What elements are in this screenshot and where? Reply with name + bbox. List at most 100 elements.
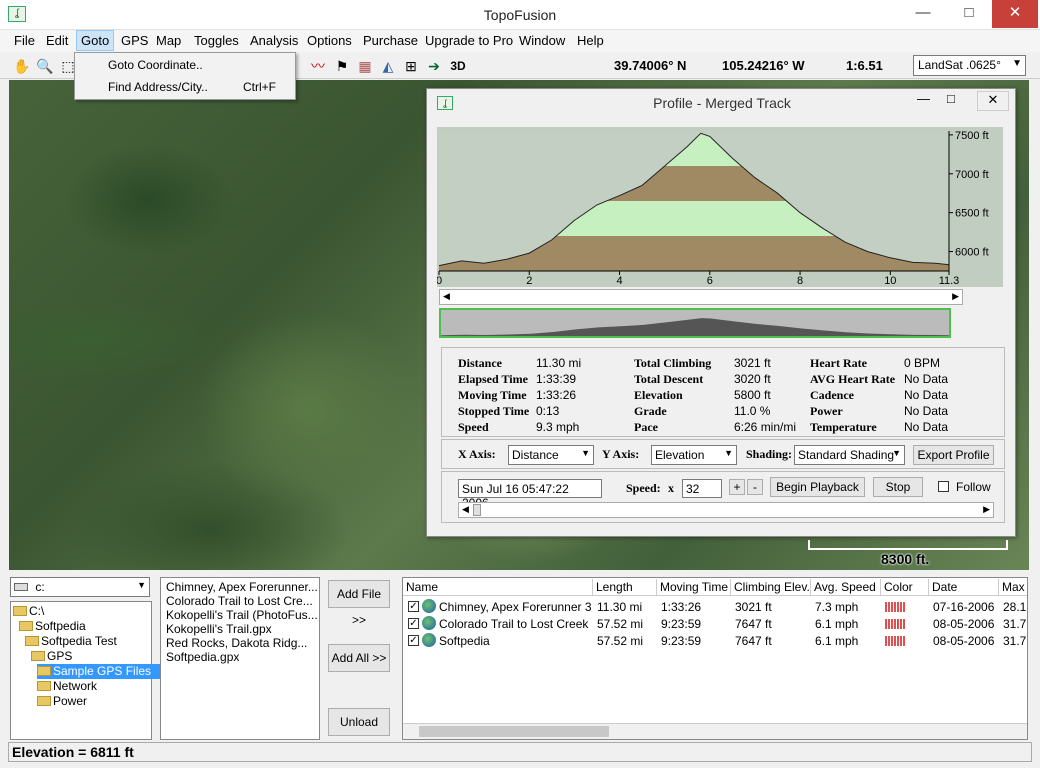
track-color-swatch[interactable] xyxy=(885,602,905,612)
menu-item-find-address[interactable]: Find Address/City.. xyxy=(108,80,208,94)
stat-label: Power xyxy=(810,404,843,418)
table-row[interactable]: ✓ Colorado Trail to Lost Creek ... 57.52 m… xyxy=(403,615,1027,632)
minimize-button[interactable]: — xyxy=(900,0,946,28)
close-button[interactable]: ✕ xyxy=(992,0,1038,28)
drive-select-box[interactable]: c: ▼ xyxy=(10,577,150,597)
scroll-left-icon[interactable]: ◀ xyxy=(443,291,450,302)
x-axis-select[interactable]: Distance ▼ xyxy=(508,445,594,465)
speed-plus-button[interactable]: + xyxy=(729,479,745,495)
track-visible-checkbox[interactable]: ✓ xyxy=(408,635,419,646)
export-profile-button[interactable]: Export Profile xyxy=(913,445,994,465)
menu-map[interactable]: Map xyxy=(156,33,181,48)
speed-minus-button[interactable]: - xyxy=(747,479,763,495)
playback-thumb[interactable] xyxy=(473,504,481,516)
unload-file-button[interactable]: Unload File xyxy=(328,708,390,755)
scroll-right-icon[interactable]: ▶ xyxy=(983,504,990,515)
menu-edit[interactable]: Edit xyxy=(46,33,68,48)
profile-maximize-button[interactable]: □ xyxy=(947,91,955,106)
menu-shortcut-find: Ctrl+F xyxy=(243,80,276,94)
globe-icon xyxy=(422,616,436,630)
x-tick-label: 10 xyxy=(884,275,896,287)
column-header[interactable]: Name xyxy=(403,579,593,596)
track-draw-icon[interactable]: 〰 xyxy=(308,56,328,76)
stat-value: 11.30 mi xyxy=(536,356,582,370)
x-tick-label: 0 xyxy=(437,275,442,287)
column-header[interactable]: Max S xyxy=(999,579,1027,596)
tree-node[interactable]: GPS xyxy=(31,649,72,664)
track-color-swatch[interactable] xyxy=(885,619,905,629)
file-list-item[interactable]: Colorado Trail to Lost Cre... xyxy=(166,594,313,608)
table-cell: 7647 ft xyxy=(735,617,772,631)
menu-help[interactable]: Help xyxy=(577,33,604,48)
begin-playback-button[interactable]: Begin Playback xyxy=(770,477,865,497)
tree-node[interactable]: C:\ xyxy=(13,604,44,619)
arrow-right-icon[interactable]: ➔ xyxy=(424,56,444,76)
tree-node[interactable]: Power xyxy=(37,694,87,709)
column-header[interactable]: Color xyxy=(881,579,929,596)
scroll-right-icon[interactable]: ▶ xyxy=(952,291,959,302)
elevation-chart[interactable]: 7500 ft 7000 ft 6500 ft 6000 ft 0 2 4 6 8 10 11.3 xyxy=(436,127,1003,287)
zoom-icon[interactable]: 🔍 xyxy=(35,56,55,76)
table-cell: Softpedia xyxy=(439,634,490,648)
profile-overview[interactable] xyxy=(439,308,951,338)
stat-label: Moving Time xyxy=(458,388,527,402)
menu-upgrade[interactable]: Upgrade to Pro xyxy=(425,33,513,48)
follow-checkbox[interactable] xyxy=(938,481,949,492)
file-list-item[interactable]: Softpedia.gpx xyxy=(166,650,239,664)
table-cell: 31.7 r xyxy=(1003,617,1027,631)
table-cell: 11.30 mi xyxy=(597,600,643,614)
menu-goto[interactable]: Goto xyxy=(76,30,115,51)
table-scrollbar[interactable] xyxy=(403,723,1027,739)
track-visible-checkbox[interactable]: ✓ xyxy=(408,601,419,612)
pan-hand-icon[interactable]: ✋ xyxy=(12,56,32,76)
file-list-item[interactable]: Kokopelli's Trail.gpx xyxy=(166,622,272,636)
track-visible-checkbox[interactable]: ✓ xyxy=(408,618,419,629)
menu-options[interactable]: Options xyxy=(307,33,352,48)
menu-window[interactable]: Window xyxy=(519,33,565,48)
menu-purchase[interactable]: Purchase xyxy=(363,33,418,48)
profile-close-button[interactable]: ✕ xyxy=(977,91,1009,111)
scroll-left-icon[interactable]: ◀ xyxy=(462,504,469,515)
table-scroll-thumb[interactable] xyxy=(419,726,609,737)
column-header[interactable]: Climbing Elev. xyxy=(731,579,811,596)
menu-gps[interactable]: GPS xyxy=(121,33,148,48)
column-header[interactable]: Avg. Speed xyxy=(811,579,881,596)
table-cell: 9:23:59 xyxy=(661,617,702,631)
shading-select[interactable]: Standard Shading ▼ xyxy=(794,445,905,465)
table-row[interactable]: ✓ Chimney, Apex Forerunner 30... 11.30 mi 1… xyxy=(403,598,1027,615)
tree-node[interactable]: Sample GPS Files xyxy=(37,664,175,679)
add-all-button[interactable]: Add All >> xyxy=(328,644,390,672)
column-header[interactable]: Moving Time xyxy=(657,579,731,596)
column-header[interactable]: Length xyxy=(593,579,657,596)
track-color-swatch[interactable] xyxy=(885,636,905,646)
file-list-item[interactable]: Red Rocks, Dakota Ridg... xyxy=(166,636,307,650)
menu-item-goto-coordinate[interactable]: Goto Coordinate.. xyxy=(108,58,203,72)
chart-scrollbar[interactable]: ◀ ▶ xyxy=(439,289,963,305)
add-file-button[interactable]: Add File >> xyxy=(328,580,390,627)
tree-node[interactable]: Softpedia xyxy=(19,619,86,634)
grid-tool-icon[interactable]: ▦ xyxy=(355,56,375,76)
maximize-button[interactable]: □ xyxy=(946,0,992,28)
profile-minimize-button[interactable]: — xyxy=(917,91,930,106)
basemap-select[interactable]: LandSat .0625° ▼ xyxy=(913,55,1026,76)
file-list-item[interactable]: Kokopelli's Trail (PhotoFus... xyxy=(166,608,318,622)
tree-node[interactable]: Softpedia Test xyxy=(25,634,117,649)
tree-node[interactable]: Network xyxy=(37,679,97,694)
file-list-item[interactable]: Chimney, Apex Forerunner... xyxy=(166,580,318,594)
gps-device-icon[interactable]: ⊞ xyxy=(401,56,421,76)
table-row[interactable]: ✓ Softpedia 57.52 mi 9:23:59 7647 ft 6.1 mph 0… xyxy=(403,632,1027,649)
speed-input[interactable]: 32 xyxy=(682,479,722,498)
timestamp-field[interactable]: Sun Jul 16 05:47:22 2006 xyxy=(458,479,602,510)
menu-analysis[interactable]: Analysis xyxy=(250,33,298,48)
column-header[interactable]: Date xyxy=(929,579,999,596)
menu-file[interactable]: File xyxy=(14,33,35,48)
drive-select[interactable]: c: ▼ xyxy=(10,577,150,597)
stop-button[interactable]: Stop xyxy=(873,477,923,497)
3d-view-button[interactable]: 3D xyxy=(446,56,470,76)
waypoint-flag-icon[interactable]: ⚑ xyxy=(332,56,352,76)
playback-scrollbar[interactable]: ◀ ▶ xyxy=(458,502,994,518)
profile-tool-icon[interactable]: ◭ xyxy=(378,56,398,76)
y-axis-select[interactable]: Elevation ▼ xyxy=(651,445,737,465)
stat-label: Elapsed Time xyxy=(458,372,528,386)
menu-toggles[interactable]: Toggles xyxy=(194,33,239,48)
